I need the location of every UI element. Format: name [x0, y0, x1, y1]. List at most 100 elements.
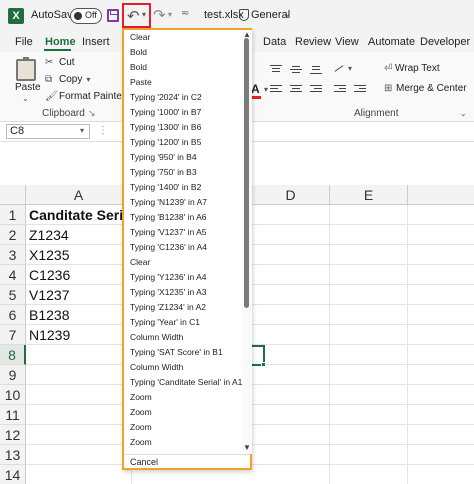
orientation-dropdown-icon[interactable]: ▾	[348, 64, 352, 73]
tab-file[interactable]: File	[15, 36, 33, 48]
align-bottom-icon[interactable]	[310, 64, 322, 74]
clipboard-launcher-icon[interactable]: ↘	[88, 108, 96, 119]
paste-dropdown-icon[interactable]: ⌄	[22, 94, 29, 103]
undo-item[interactable]: Typing 'V1237' in A5	[130, 225, 242, 240]
undo-item[interactable]: Typing 'Y1236' in A4	[130, 270, 242, 285]
row-header[interactable]: 8	[0, 345, 26, 365]
column-header-e[interactable]: E	[330, 185, 408, 205]
undo-item[interactable]: Bold	[130, 60, 242, 75]
select-all-corner[interactable]	[0, 185, 26, 205]
fill-handle[interactable]	[261, 362, 266, 367]
undo-item[interactable]: Typing 'X1235' in A3	[130, 285, 242, 300]
undo-history-dropdown[interactable]: Clear Bold Bold Paste Typing '2024' in C…	[122, 28, 252, 470]
column-header-a[interactable]: A	[26, 185, 132, 205]
empty-cells-region[interactable]	[252, 205, 474, 484]
cell-a2[interactable]: Z1234	[26, 225, 132, 245]
undo-item[interactable]: Typing 'SAT Score' in B1	[130, 345, 242, 360]
name-box-dropdown-icon[interactable]: ▾	[80, 126, 84, 135]
row-header[interactable]: 12	[0, 425, 26, 445]
chevron-down-icon[interactable]: ⌄	[460, 109, 467, 118]
cancel-button[interactable]: Cancel	[130, 457, 158, 467]
row-header[interactable]: 10	[0, 385, 26, 405]
undo-item[interactable]: Clear	[130, 255, 242, 270]
row-header[interactable]: 6	[0, 305, 26, 325]
chevron-down-icon[interactable]: ⌄	[283, 9, 291, 20]
undo-item[interactable]: Typing 'N1239' in A7	[130, 195, 242, 210]
cell-a5[interactable]: V1237	[26, 285, 132, 305]
paste-button[interactable]: Paste	[15, 82, 41, 93]
undo-item[interactable]: Zoom	[130, 435, 242, 450]
undo-item[interactable]: Bold	[130, 45, 242, 60]
clipboard-icon[interactable]	[16, 57, 36, 81]
file-name[interactable]: test.xlsx	[204, 9, 244, 21]
undo-item[interactable]: Zoom	[130, 420, 242, 435]
undo-item[interactable]: Typing '950' in B4	[130, 150, 242, 165]
redo-icon[interactable]: ↷	[153, 6, 166, 24]
undo-item[interactable]: Typing '2024' in C2	[130, 90, 242, 105]
undo-item[interactable]: Typing 'B1238' in A6	[130, 210, 242, 225]
cut-button[interactable]: ✂ Cut	[45, 57, 75, 68]
row-header[interactable]: 7	[0, 325, 26, 345]
undo-item[interactable]: Typing 'Canditate Serial' in A1	[130, 375, 242, 390]
undo-item[interactable]: Column Width	[130, 330, 242, 345]
merge-center-button[interactable]: Merge & Center	[396, 83, 467, 94]
row-header[interactable]: 4	[0, 265, 26, 285]
cell-a1[interactable]: Canditate Serial	[26, 205, 132, 225]
customize-qat-icon[interactable]: ≂	[181, 8, 189, 19]
undo-item[interactable]: Typing '1200' in B5	[130, 135, 242, 150]
cell-a6[interactable]: B1238	[26, 305, 132, 325]
row-header[interactable]: 1	[0, 205, 26, 225]
cell-a3[interactable]: X1235	[26, 245, 132, 265]
row-header[interactable]: 11	[0, 405, 26, 425]
undo-button[interactable]: ↶ ▾	[122, 3, 151, 28]
undo-item[interactable]: Typing '1400' in B2	[130, 180, 242, 195]
autosave-toggle[interactable]: Off	[70, 8, 102, 24]
cell-a7[interactable]: N1239	[26, 325, 132, 345]
scrollbar-thumb[interactable]	[244, 38, 249, 308]
merge-dropdown-icon[interactable]: ⌄	[457, 84, 464, 93]
save-icon[interactable]	[107, 9, 119, 22]
empty-cells-region-a[interactable]	[26, 365, 132, 484]
tab-automate[interactable]: Automate	[368, 36, 415, 48]
decrease-indent-icon[interactable]	[334, 84, 346, 94]
format-painter-button[interactable]: 🖌Format Painter	[45, 91, 125, 102]
undo-item[interactable]: Typing '750' in B3	[130, 165, 242, 180]
undo-item[interactable]: Typing '1300' in B6	[130, 120, 242, 135]
row-header[interactable]: 13	[0, 445, 26, 465]
row-header[interactable]: 3	[0, 245, 26, 265]
row-header[interactable]: 2	[0, 225, 26, 245]
more-options-icon[interactable]: ⋮	[98, 125, 108, 136]
undo-item[interactable]: Paste	[130, 75, 242, 90]
row-header[interactable]: 9	[0, 365, 26, 385]
align-right-icon[interactable]	[310, 84, 322, 94]
tab-data[interactable]: Data	[263, 36, 286, 48]
undo-list-scrollbar[interactable]: ▲ ▼	[242, 30, 252, 454]
undo-item[interactable]: Clear	[130, 30, 242, 45]
undo-item[interactable]: Column Width	[130, 360, 242, 375]
redo-dropdown-caret-icon[interactable]: ▾	[168, 10, 172, 19]
undo-item[interactable]: Typing 'Year' in C1	[130, 315, 242, 330]
cell-a8[interactable]	[26, 345, 132, 365]
copy-dropdown-icon[interactable]: ▾	[86, 75, 90, 84]
cell-a4[interactable]: C1236	[26, 265, 132, 285]
tab-home[interactable]: Home	[45, 36, 76, 48]
scroll-down-icon[interactable]: ▼	[243, 443, 251, 452]
undo-item[interactable]: Typing '1000' in B7	[130, 105, 242, 120]
row-header[interactable]: 14	[0, 465, 26, 484]
name-box[interactable]: C8	[6, 124, 90, 139]
align-top-icon[interactable]	[270, 64, 282, 74]
align-left-icon[interactable]	[270, 84, 282, 94]
align-middle-icon[interactable]	[290, 64, 302, 74]
column-header-d[interactable]: D	[252, 185, 330, 205]
column-header-f[interactable]	[408, 185, 474, 205]
undo-dropdown-caret-icon[interactable]: ▾	[142, 10, 146, 19]
tab-review[interactable]: Review	[295, 36, 331, 48]
align-center-icon[interactable]	[290, 84, 302, 94]
wrap-text-button[interactable]: Wrap Text	[395, 63, 440, 74]
undo-item[interactable]: Zoom	[130, 405, 242, 420]
orientation-icon[interactable]	[334, 64, 346, 74]
font-color-icon[interactable]: A	[251, 82, 260, 96]
undo-item[interactable]: Zoom	[130, 390, 242, 405]
tab-insert[interactable]: Insert	[82, 36, 110, 48]
tab-developer[interactable]: Developer	[420, 36, 470, 48]
